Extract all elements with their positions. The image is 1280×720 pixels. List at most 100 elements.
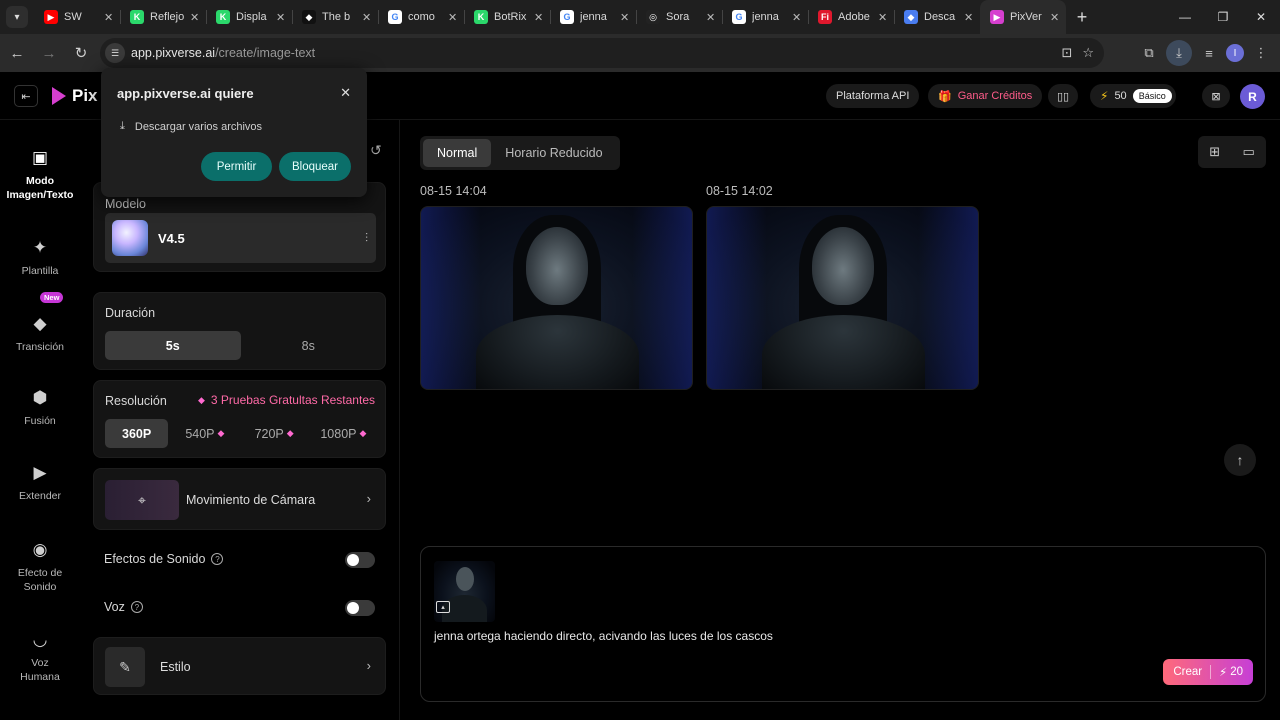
back-icon[interactable]: ← <box>2 38 32 68</box>
user-avatar[interactable]: R <box>1240 84 1265 109</box>
address-bar[interactable]: ☰ app.pixverse.ai/create/image-text ⊡ ☆ <box>100 38 1104 68</box>
prompt-box[interactable]: ▴ jenna ortega haciendo directo, acivand… <box>420 546 1266 702</box>
nav-item-template[interactable]: ✦ Plantilla <box>0 238 80 278</box>
resolution-option-1080p[interactable]: 1080P ◆ <box>311 419 376 448</box>
duration-option-5s[interactable]: 5s <box>105 331 241 360</box>
browser-tab[interactable]: K Displa ✕ <box>206 0 292 34</box>
tab-title: Reflejo <box>150 11 184 23</box>
tab-close-icon[interactable]: ✕ <box>448 11 458 24</box>
reset-icon[interactable]: ↺ <box>370 142 382 159</box>
tab-favicon-icon: G <box>388 10 402 24</box>
nav-item-human-voice[interactable]: ◡ Voz Humana <box>0 630 80 684</box>
tab-title: The b <box>322 11 351 23</box>
plan-badge: Básico <box>1132 89 1172 103</box>
bookmark-star-icon[interactable]: ☆ <box>1082 45 1094 61</box>
download-icon[interactable]: ⤓ <box>1166 40 1192 66</box>
resolution-option-540p[interactable]: 540P ◆ <box>172 419 237 448</box>
browser-tab[interactable]: K BotRix ✕ <box>464 0 550 34</box>
tab-close-icon[interactable]: ✕ <box>362 11 372 24</box>
browser-tab[interactable]: Gjenna ✕ <box>722 0 808 34</box>
mode-off-peak-button[interactable]: Horario Reducido <box>491 139 616 167</box>
notification-icon[interactable]: ⊠ <box>1202 84 1230 108</box>
library-icon[interactable]: ▯▯ <box>1048 84 1078 108</box>
translate-icon[interactable]: ⊡ <box>1061 45 1072 61</box>
browser-tab[interactable]: ▶ SW ✕ <box>34 0 120 34</box>
tab-close-icon[interactable]: ✕ <box>276 11 286 24</box>
nav-item-sound-effect[interactable]: ◉ Efecto de Sonido <box>0 540 80 594</box>
generation-thumbnail[interactable] <box>706 206 979 390</box>
collapse-sidebar-icon[interactable]: ⇤ <box>14 85 38 107</box>
close-window-icon[interactable]: ✕ <box>1242 0 1280 34</box>
new-tab-button[interactable]: + <box>1068 3 1096 31</box>
tab-close-icon[interactable]: ✕ <box>964 11 974 24</box>
resolution-options: 360P 540P ◆ 720P ◆ 1080P ◆ <box>105 419 376 448</box>
tab-close-icon[interactable]: ✕ <box>620 11 630 24</box>
block-button[interactable]: Bloquear <box>279 152 351 181</box>
gem-icon: ◆ <box>359 428 367 438</box>
browser-tab[interactable]: Fi Adobe ✕ <box>808 0 894 34</box>
voice-toggle[interactable] <box>345 600 375 616</box>
tab-search-icon[interactable]: ▾ <box>6 6 28 28</box>
browser-tab[interactable]: ◎ Sora ✕ <box>636 0 722 34</box>
credits-balance[interactable]: ⚡ 50 Básico <box>1090 84 1176 108</box>
mode-normal-button[interactable]: Normal <box>423 139 492 167</box>
nav-item-transition[interactable]: ◆ Transición New <box>0 292 80 354</box>
api-platform-button[interactable]: Plataforma API <box>826 84 920 108</box>
browser-tab[interactable]: ◆ The b ✕ <box>292 0 378 34</box>
browser-tab[interactable]: ▶ PixVer ✕ <box>980 0 1066 34</box>
earn-credits-button[interactable]: 🎁 Ganar Créditos <box>928 84 1043 108</box>
media-controls-icon[interactable]: ≡ <box>1196 40 1222 66</box>
browser-tab[interactable]: K Reflejo ✕ <box>120 0 206 34</box>
tab-close-icon[interactable]: ✕ <box>534 11 544 24</box>
reload-icon[interactable]: ↻ <box>66 38 96 68</box>
generation-card[interactable]: 08-15 14:02 <box>706 184 979 390</box>
free-trials-notice: ◆ 3 Pruebas Gratultas Restantes <box>198 393 375 407</box>
model-selector[interactable]: V4.5 ⫶ <box>105 213 376 263</box>
grid-view-icon[interactable]: ⊞ <box>1209 144 1220 160</box>
camera-motion-card[interactable]: ⌖ Movimiento de Cámara › <box>93 468 386 530</box>
image-icon[interactable]: ▴ <box>436 601 450 613</box>
tab-close-icon[interactable]: ✕ <box>878 11 888 24</box>
sound-effects-toggle[interactable] <box>345 552 375 568</box>
duration-option-8s[interactable]: 8s <box>241 331 377 360</box>
duration-options: 5s 8s <box>105 331 376 360</box>
help-icon[interactable]: ? <box>130 601 143 613</box>
browser-tab[interactable]: Gjenna ✕ <box>550 0 636 34</box>
generation-time: 08-15 14:02 <box>706 184 773 198</box>
nav-item-image-text[interactable]: ▣ Modo Imagen/Texto <box>0 148 80 202</box>
browser-tab[interactable]: Gcomo ✕ <box>378 0 464 34</box>
tab-close-icon[interactable]: ✕ <box>1050 11 1060 24</box>
list-view-icon[interactable]: ▭ <box>1242 144 1254 160</box>
minimize-icon[interactable]: — <box>1166 0 1204 34</box>
tab-title: Desca <box>924 11 956 23</box>
camera-motion-label: Movimiento de Cámara <box>186 493 316 507</box>
generation-thumbnail[interactable] <box>420 206 693 390</box>
tab-close-icon[interactable]: ✕ <box>104 11 114 24</box>
maximize-icon[interactable]: ❐ <box>1204 0 1242 34</box>
new-badge: New <box>40 292 64 303</box>
style-card[interactable]: ✎ Estilo › <box>93 637 386 695</box>
help-icon[interactable]: ? <box>211 553 224 565</box>
tab-close-icon[interactable]: ✕ <box>190 11 200 24</box>
logo[interactable]: Pix <box>52 86 98 106</box>
forward-icon[interactable]: → <box>34 38 64 68</box>
tab-close-icon[interactable]: ✕ <box>792 11 802 24</box>
tune-icon[interactable]: ⫶ <box>365 231 368 246</box>
resolution-option-360p[interactable]: 360P <box>105 419 169 448</box>
prompt-text[interactable]: jenna ortega haciendo directo, acivando … <box>434 629 773 643</box>
nav-item-extend[interactable]: ▶ Extender <box>0 463 80 503</box>
close-icon[interactable]: ✕ <box>340 85 351 101</box>
resolution-option-720p[interactable]: 720P ◆ <box>242 419 307 448</box>
site-info-icon[interactable]: ☰ <box>105 43 125 63</box>
browser-tab[interactable]: ◆ Desca ✕ <box>894 0 980 34</box>
allow-button[interactable]: Permitir <box>201 152 272 181</box>
extensions-icon[interactable]: ⧉ <box>1136 40 1162 66</box>
create-button[interactable]: Crear ⚡ 20 <box>1163 659 1253 685</box>
generation-card[interactable]: 08-15 14:04 <box>420 184 693 390</box>
main-area: Normal Horario Reducido ⊞ ▭ 08-15 14:04 … <box>400 120 1280 720</box>
tab-close-icon[interactable]: ✕ <box>706 11 716 24</box>
profile-avatar[interactable]: I <box>1226 44 1244 62</box>
menu-kebab-icon[interactable]: ⋮ <box>1248 40 1274 66</box>
nav-item-fusion[interactable]: ⬢ Fusión <box>0 388 80 428</box>
scroll-to-top-button[interactable]: ↑ <box>1224 444 1256 476</box>
